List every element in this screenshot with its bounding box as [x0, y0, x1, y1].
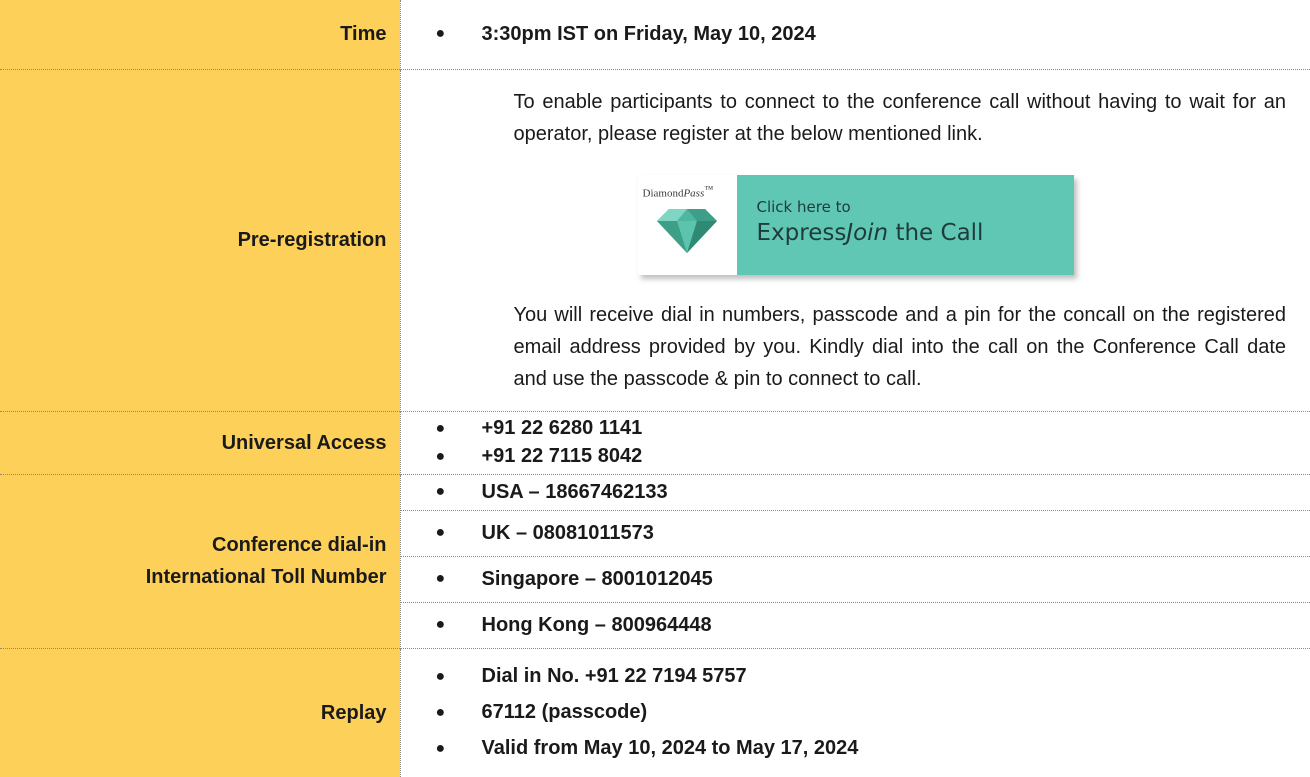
bullet-icon: ●	[436, 668, 456, 686]
label-universal-access: Universal Access	[0, 411, 400, 474]
row-preregistration: Pre-registration To enable participants …	[0, 69, 1310, 411]
universal-item: ● +91 22 7115 8042	[401, 443, 1310, 471]
banner-expressjoin: ExpressJoin the Call	[757, 220, 1074, 246]
diamondpass-brand: DiamondPass™	[643, 184, 714, 200]
row-universal-access: Universal Access ● +91 22 6280 1141 ● +9…	[0, 411, 1310, 474]
international-item: ● USA – 18667462133	[401, 475, 1310, 510]
row-international: Conference dial-in International Toll Nu…	[0, 474, 1310, 648]
universal-item: ● +91 22 6280 1141	[401, 415, 1310, 443]
conference-details-table: Time ● 3:30pm IST on Friday, May 10, 202…	[0, 0, 1310, 777]
expressjoin-banner-button[interactable]: DiamondPass™ Click here to ExpressJoin	[638, 175, 1074, 275]
bullet-icon: ●	[436, 570, 456, 588]
label-preregistration: Pre-registration	[0, 69, 400, 411]
replay-item: ● Dial in No. +91 22 7194 5757	[401, 659, 1310, 695]
bullet-icon: ●	[436, 616, 456, 634]
bullet-icon: ●	[436, 420, 456, 438]
international-item: ● Singapore – 8001012045	[401, 556, 1310, 602]
bullet-icon: ●	[436, 704, 456, 722]
diamond-icon	[657, 209, 717, 253]
bullet-icon: ●	[436, 524, 456, 542]
bullet-icon: ●	[436, 740, 456, 758]
replay-item: ● 67112 (passcode)	[401, 695, 1310, 731]
international-item: ● Hong Kong – 800964448	[401, 602, 1310, 648]
label-international: Conference dial-in International Toll Nu…	[0, 474, 400, 648]
diamondpass-logo: DiamondPass™	[638, 175, 737, 275]
replay-item: ● Valid from May 10, 2024 to May 17, 202…	[401, 731, 1310, 767]
label-time: Time	[0, 0, 400, 69]
label-replay: Replay	[0, 648, 400, 777]
bullet-icon: ●	[436, 25, 456, 43]
value-preregistration: To enable participants to connect to the…	[400, 69, 1310, 411]
value-time: ● 3:30pm IST on Friday, May 10, 2024	[400, 0, 1310, 69]
value-universal-access: ● +91 22 6280 1141 ● +91 22 7115 8042	[400, 411, 1310, 474]
banner-click-here: Click here to	[757, 198, 1074, 216]
bullet-icon: ●	[436, 483, 456, 501]
time-item: ● 3:30pm IST on Friday, May 10, 2024	[401, 23, 1310, 46]
value-replay: ● Dial in No. +91 22 7194 5757 ● 67112 (…	[400, 648, 1310, 777]
preregistration-outro: You will receive dial in numbers, passco…	[401, 299, 1310, 395]
banner-text-area: Click here to ExpressJoin the Call	[737, 175, 1074, 275]
preregistration-intro: To enable participants to connect to the…	[401, 86, 1310, 150]
bullet-icon: ●	[436, 448, 456, 466]
value-international: ● USA – 18667462133 ● UK – 08081011573 ●…	[400, 474, 1310, 648]
banner-container: DiamondPass™ Click here to ExpressJoin	[401, 150, 1310, 299]
row-replay: Replay ● Dial in No. +91 22 7194 5757 ● …	[0, 648, 1310, 777]
row-time: Time ● 3:30pm IST on Friday, May 10, 202…	[0, 0, 1310, 69]
international-item: ● UK – 08081011573	[401, 510, 1310, 556]
